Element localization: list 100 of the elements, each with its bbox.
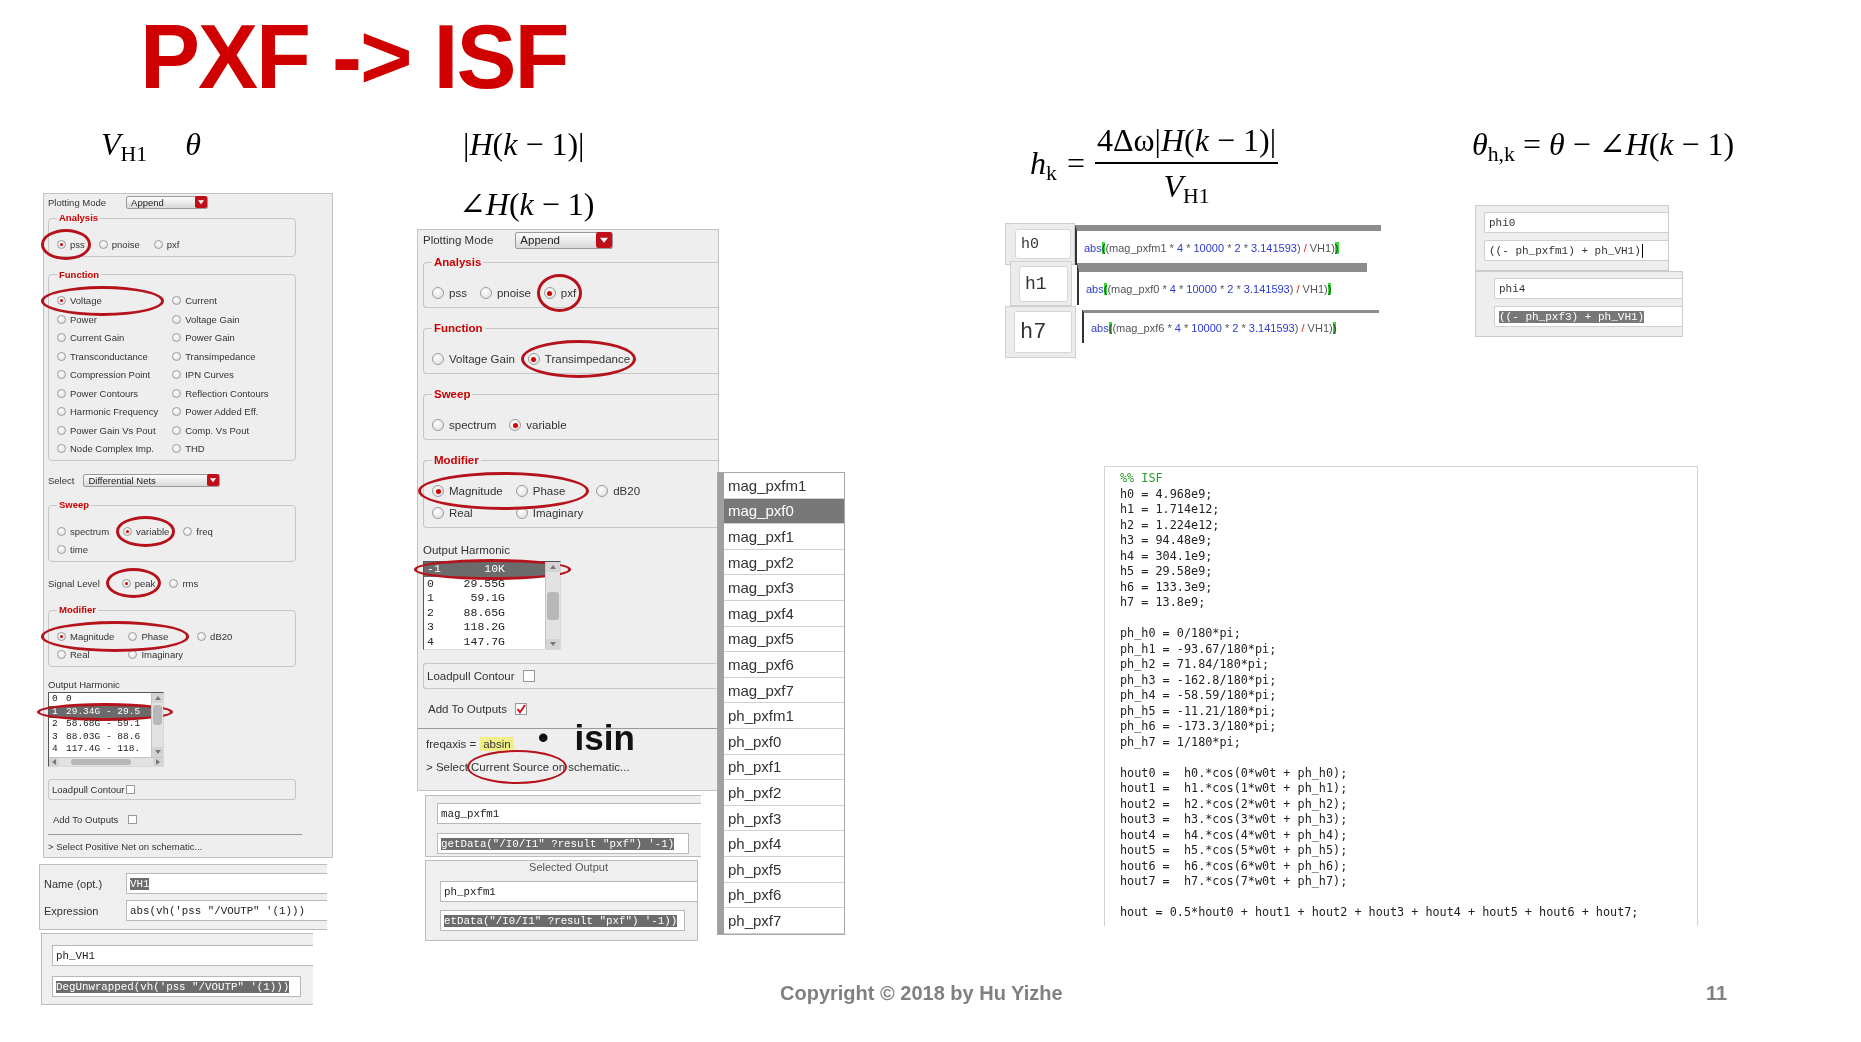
radio-button[interactable]: [123, 526, 133, 536]
text-field[interactable]: getData("/I0/I1" ?result "pxf") '-1): [437, 833, 689, 854]
list-item[interactable]: mag_pxf2: [724, 549, 844, 576]
radio-button[interactable]: [172, 407, 182, 417]
text-field[interactable]: ph_VH1: [52, 945, 313, 966]
list-item[interactable]: mag_pxf3: [724, 575, 844, 601]
list-row[interactable]: 4 117.4G - 118.: [49, 743, 151, 756]
list-item[interactable]: mag_pxf0: [724, 498, 844, 525]
text-field[interactable]: mag_pxfm1: [437, 803, 701, 824]
list-row[interactable]: 2 58.68G - 59.1: [49, 718, 151, 731]
list-row[interactable]: 3 88.03G - 88.6: [49, 730, 151, 743]
list-item[interactable]: mag_pxf1: [724, 524, 844, 550]
radio-button[interactable]: [509, 419, 522, 431]
list-row[interactable]: 4 147.7G: [424, 634, 545, 649]
text-field[interactable]: abs(vh('pss "/VOUTP" '(1))): [126, 900, 327, 921]
list-item[interactable]: ph_pxf2: [724, 780, 844, 806]
name-field[interactable]: phi4: [1494, 278, 1682, 299]
list-item[interactable]: ph_pxfm1: [724, 703, 844, 729]
text-field[interactable]: DegUnwrapped(vh('pss "/VOUTP" '(1))): [52, 976, 301, 997]
list-item[interactable]: ph_pxf1: [724, 754, 844, 781]
text-field[interactable]: VH1: [126, 873, 327, 894]
radio-button[interactable]: [172, 296, 182, 306]
radio-button[interactable]: [57, 425, 66, 435]
name-field[interactable]: phi0: [1484, 212, 1668, 233]
radio-button[interactable]: [172, 351, 182, 361]
radio-button[interactable]: [432, 287, 444, 299]
radio-button[interactable]: [57, 351, 66, 361]
expression-field[interactable]: abs((mag_pxf6 * 4 * 10000 * 2 * 3.141593) / VH1)): [1082, 310, 1379, 343]
radio-button[interactable]: [172, 370, 182, 380]
option-label: Harmonic Frequency: [70, 406, 159, 418]
radio-button[interactable]: [121, 578, 131, 588]
checkbox[interactable]: [515, 703, 528, 715]
dropdown[interactable]: Append: [126, 195, 209, 209]
radio-button[interactable]: [543, 287, 556, 299]
radio-button[interactable]: [432, 485, 444, 497]
radio-button[interactable]: [57, 296, 66, 306]
radio-button[interactable]: [57, 388, 66, 398]
scrollbar[interactable]: [49, 757, 163, 766]
scrollbar[interactable]: [151, 693, 163, 757]
radio-button[interactable]: [527, 353, 540, 365]
radio-button[interactable]: [197, 631, 207, 641]
list-item[interactable]: ph_pxf3: [724, 805, 844, 832]
checkbox[interactable]: [126, 785, 136, 794]
list-row[interactable]: -1 10K: [424, 562, 545, 577]
list-item[interactable]: ph_pxf6: [724, 882, 844, 909]
radio-button[interactable]: [57, 239, 66, 249]
radio-button[interactable]: [57, 650, 66, 660]
list-item[interactable]: ph_pxf4: [724, 831, 844, 857]
radio-button[interactable]: [432, 353, 444, 365]
name-field[interactable]: h0: [1015, 229, 1071, 259]
scrollbar[interactable]: [545, 562, 560, 649]
expression-field[interactable]: abs((mag_pxf0 * 4 * 10000 * 2 * 3.141593) / VH1)): [1077, 263, 1367, 305]
radio-button[interactable]: [432, 419, 444, 431]
name-field[interactable]: h1: [1019, 265, 1068, 302]
list-item[interactable]: mag_pxf5: [724, 626, 844, 653]
radio-button[interactable]: [57, 370, 66, 380]
expression-field[interactable]: ((- ph_pxfm1) + ph_VH1): [1484, 240, 1668, 261]
list-item[interactable]: ph_pxf0: [724, 728, 844, 755]
radio-button[interactable]: [57, 314, 66, 324]
list-item[interactable]: mag_pxf4: [724, 600, 844, 627]
list-row[interactable]: 3 118.2G: [424, 620, 545, 635]
text-field[interactable]: etData("/I0/I1" ?result "pxf") '-1)): [440, 910, 685, 931]
radio-button[interactable]: [98, 239, 108, 249]
radio-button[interactable]: [515, 485, 528, 497]
radio-button[interactable]: [57, 333, 66, 343]
radio-button[interactable]: [172, 425, 182, 435]
list-row[interactable]: 0 29.55G: [424, 576, 545, 591]
radio-button[interactable]: [169, 578, 179, 588]
radio-button[interactable]: [172, 444, 182, 454]
radio-button[interactable]: [128, 650, 138, 660]
list-item[interactable]: ph_pxf7: [724, 908, 844, 934]
radio-button[interactable]: [128, 631, 138, 641]
name-field[interactable]: h7: [1014, 311, 1072, 353]
dropdown[interactable]: Append: [515, 231, 614, 249]
radio-button[interactable]: [57, 631, 66, 641]
list-row[interactable]: 2 88.65G: [424, 605, 545, 620]
list-row[interactable]: 1 59.1G: [424, 591, 545, 606]
text-field[interactable]: ph_pxfm1: [440, 881, 697, 902]
radio-button[interactable]: [57, 545, 66, 555]
radio-button[interactable]: [153, 239, 163, 249]
list-item[interactable]: mag_pxf6: [724, 652, 844, 678]
checkbox[interactable]: [522, 670, 535, 682]
radio-button[interactable]: [172, 333, 182, 343]
checkbox[interactable]: [128, 814, 138, 824]
list-item[interactable]: mag_pxf7: [724, 677, 844, 704]
radio-button[interactable]: [172, 314, 182, 324]
list-item[interactable]: ph_pxf5: [724, 856, 844, 883]
radio-button[interactable]: [57, 407, 66, 417]
dropdown[interactable]: Differential Nets: [83, 473, 221, 487]
radio-button[interactable]: [57, 526, 66, 536]
radio-button[interactable]: [183, 526, 193, 536]
radio-button[interactable]: [479, 287, 492, 299]
radio-button[interactable]: [57, 444, 66, 454]
list-row[interactable]: 0 0: [49, 693, 151, 706]
expression-field[interactable]: ((- ph_pxf3) + ph_VH1): [1494, 306, 1682, 327]
radio-button[interactable]: [432, 507, 444, 519]
radio-button[interactable]: [172, 388, 182, 398]
list-item[interactable]: mag_pxfm1: [724, 473, 844, 499]
expression-field[interactable]: abs((mag_pxfm1 * 4 * 10000 * 2 * 3.141593) / VH1)): [1075, 225, 1381, 265]
radio-button[interactable]: [596, 485, 609, 497]
